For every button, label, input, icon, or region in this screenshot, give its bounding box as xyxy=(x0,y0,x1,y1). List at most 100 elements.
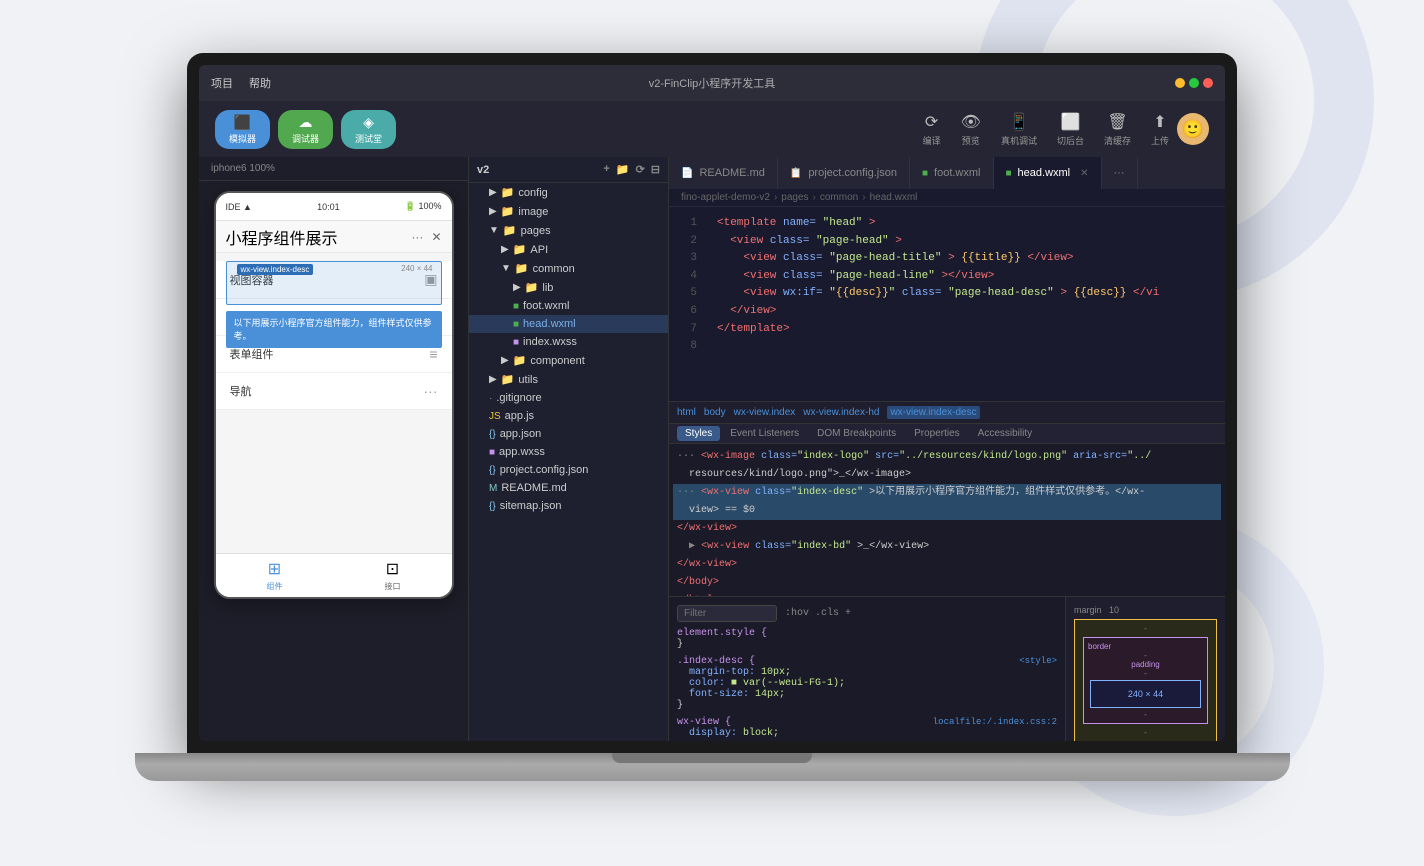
menu-bar: 项目 帮助 xyxy=(211,75,271,91)
tree-item-common[interactable]: ▼ 📁 common xyxy=(469,259,668,278)
tree-item-index-wxss[interactable]: ■ index.wxss xyxy=(469,333,668,351)
refresh-icon[interactable]: ⟳ xyxy=(636,163,645,176)
nav-item-interface[interactable]: ⊡ 接口 xyxy=(334,555,452,596)
code-editor: 1 2 3 4 5 6 7 8 <template na xyxy=(669,207,1225,401)
tree-item-foot-wxml[interactable]: ■ foot.wxml xyxy=(469,297,668,315)
file-tree-header: v2 + 📁 ⟳ ⊟ xyxy=(469,157,668,183)
close-icon[interactable]: ✕ xyxy=(431,230,441,244)
window-title: v2-FinClip小程序开发工具 xyxy=(649,75,776,91)
avatar-image: 🙂 xyxy=(1182,119,1204,140)
devtools-panel: html body wx-view.index wx-view.index-hd… xyxy=(669,401,1225,741)
tree-item-sitemap[interactable]: {} sitemap.json xyxy=(469,497,668,515)
maximize-button[interactable] xyxy=(1189,78,1199,88)
tree-item-gitignore[interactable]: · .gitignore xyxy=(469,389,668,407)
tree-item-readme[interactable]: M README.md xyxy=(469,479,668,497)
simulator-button[interactable]: ⬛ 模拟器 xyxy=(215,110,270,149)
tree-item-lib[interactable]: ▶ 📁 lib xyxy=(469,278,668,297)
styles-filter-input[interactable] xyxy=(677,605,777,622)
collapse-icon[interactable]: ⊟ xyxy=(651,163,660,176)
tree-item-pages[interactable]: ▼ 📁 pages xyxy=(469,221,668,240)
menu-item-icon-2: ≡ xyxy=(429,346,437,362)
menu-item-3[interactable]: 导航 ··· xyxy=(216,373,452,410)
tab-readme[interactable]: 📄 README.md xyxy=(669,157,778,189)
styles-tab-dom[interactable]: DOM Breakpoints xyxy=(809,426,904,441)
html-tag-body[interactable]: body xyxy=(704,407,726,418)
ide-main-content: iphone6 100% IDE ▲ 10:01 🔋 100% 小程序组 xyxy=(199,157,1225,741)
test-button[interactable]: ◈ 测试堂 xyxy=(341,110,396,149)
tree-item-head-wxml[interactable]: ■ head.wxml xyxy=(469,315,668,333)
file-icon-readme: M xyxy=(489,483,497,494)
html-line-8: </body> xyxy=(673,574,1221,592)
folder-icon-config: 📁 xyxy=(501,186,515,199)
preview-action[interactable]: 👁 预览 xyxy=(961,112,981,147)
tree-item-app-wxss[interactable]: ■ app.wxss xyxy=(469,443,668,461)
html-tag-wx-index-desc[interactable]: wx-view.index-desc xyxy=(887,406,979,419)
tree-item-config[interactable]: ▶ 📁 config xyxy=(469,183,668,202)
element-label: wx-view.index-desc xyxy=(237,264,314,275)
tab-head-wxml[interactable]: ■ head.wxml ✕ xyxy=(994,157,1102,189)
tree-item-component[interactable]: ▶ 📁 component xyxy=(469,351,668,370)
tab-foot-wxml[interactable]: ■ foot.wxml xyxy=(910,157,994,189)
background-action[interactable]: ⬜ 切后台 xyxy=(1057,112,1084,147)
tree-item-image[interactable]: ▶ 📁 image xyxy=(469,202,668,221)
tab-label-readme: README.md xyxy=(699,167,764,179)
clear-cache-action[interactable]: 🗑 清缓存 xyxy=(1104,112,1131,147)
tree-item-api[interactable]: ▶ 📁 API xyxy=(469,240,668,259)
new-file-icon[interactable]: + xyxy=(603,163,609,176)
sep-3: › xyxy=(862,192,865,203)
tab-more[interactable]: ··· xyxy=(1102,157,1138,189)
tree-item-utils[interactable]: ▶ 📁 utils xyxy=(469,370,668,389)
close-button[interactable] xyxy=(1203,78,1213,88)
test-icon: ◈ xyxy=(363,114,374,131)
chevron-right-icon-utils: ▶ xyxy=(489,374,497,385)
code-line-3: <view class= "page-head-title" > {{title… xyxy=(717,250,1213,268)
chevron-right-icon-image: ▶ xyxy=(489,206,497,217)
pseudo-class-toggle[interactable]: :hov .cls + xyxy=(785,608,851,619)
user-avatar[interactable]: 🙂 xyxy=(1177,113,1209,145)
styles-tab-properties[interactable]: Properties xyxy=(906,426,968,441)
debugger-button[interactable]: ☁ 调试器 xyxy=(278,110,333,149)
code-line-6: </view> xyxy=(717,303,1213,321)
line-num-1: 1 xyxy=(669,215,697,233)
simulator-icon: ⬛ xyxy=(234,114,251,131)
tree-label-pages: pages xyxy=(521,225,551,237)
menu-item-project[interactable]: 项目 xyxy=(211,75,233,91)
new-folder-icon[interactable]: 📁 xyxy=(616,163,630,176)
styles-tab-accessibility[interactable]: Accessibility xyxy=(970,426,1040,441)
more-icon[interactable]: ··· xyxy=(411,230,423,244)
file-icon-gitignore: · xyxy=(489,393,492,404)
phone-frame: IDE ▲ 10:01 🔋 100% 小程序组件展示 ··· ✕ xyxy=(214,191,454,599)
styles-content: :hov .cls + element.style { } xyxy=(669,597,1225,741)
phone-content: wx-view.index-desc 240 × 44 以下用展示小程序官方组件… xyxy=(216,253,452,553)
html-tag-wx-index[interactable]: wx-view.index xyxy=(734,407,796,418)
box-model-label: margin 10 xyxy=(1074,605,1217,615)
style-rule-wx-view: wx-view { localfile:/.index.css:2 displa… xyxy=(677,717,1057,739)
highlighted-text-block: 以下用展示小程序官方组件能力，组件样式仅供参考。 xyxy=(226,311,442,348)
styles-tab-event[interactable]: Event Listeners xyxy=(722,426,807,441)
attr-name: name= xyxy=(783,217,816,229)
breadcrumb-common: common xyxy=(820,192,858,203)
compile-icon: ⟳ xyxy=(925,112,938,132)
html-tag-html[interactable]: html xyxy=(677,407,696,418)
app-title: 小程序组件展示 xyxy=(226,225,338,249)
tree-item-project-config[interactable]: {} project.config.json xyxy=(469,461,668,479)
html-tag-wx-index-hd[interactable]: wx-view.index-hd xyxy=(803,407,879,418)
code-line-2: <view class= "page-head" > xyxy=(717,233,1213,251)
laptop-base xyxy=(135,753,1290,781)
code-content[interactable]: <template name= "head" > <view class= "p… xyxy=(705,207,1225,401)
compile-action[interactable]: ⟳ 编译 xyxy=(923,112,941,147)
tab-project-config[interactable]: 📋 project.config.json xyxy=(778,157,910,189)
window-controls xyxy=(1175,78,1213,88)
tree-item-app-json[interactable]: {} app.json xyxy=(469,425,668,443)
upload-action[interactable]: ⬆ 上传 xyxy=(1151,112,1169,147)
menu-item-help[interactable]: 帮助 xyxy=(249,75,271,91)
nav-item-component[interactable]: ⊞ 组件 xyxy=(216,555,334,596)
real-device-action[interactable]: 📱 真机调试 xyxy=(1001,112,1037,147)
tree-item-app-js[interactable]: JS app.js xyxy=(469,407,668,425)
tab-close-head[interactable]: ✕ xyxy=(1080,168,1088,179)
phone-container: IDE ▲ 10:01 🔋 100% 小程序组件展示 ··· ✕ xyxy=(199,181,468,741)
styles-tab-styles[interactable]: Styles xyxy=(677,426,720,441)
minimize-button[interactable] xyxy=(1175,78,1185,88)
preview-panel: iphone6 100% IDE ▲ 10:01 🔋 100% 小程序组 xyxy=(199,157,469,741)
html-line-5: </wx-view> xyxy=(673,520,1221,538)
